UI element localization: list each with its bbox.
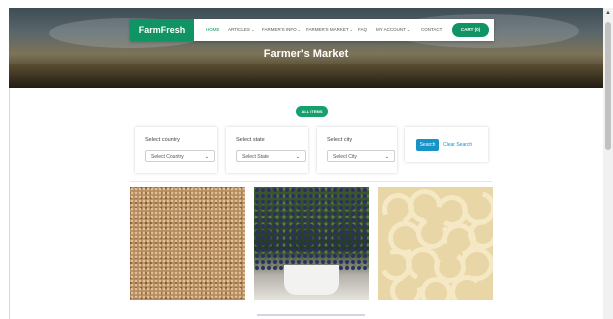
section-divider xyxy=(130,181,492,182)
country-filter-card: Select country Select Country ⌄ xyxy=(135,127,217,173)
chevron-down-icon: ⌄ xyxy=(406,27,411,32)
product-card-text-line xyxy=(257,314,365,316)
chevron-down-icon: ⌄ xyxy=(204,154,209,160)
brand-logo[interactable]: FarmFresh xyxy=(130,19,194,41)
nav-articles[interactable]: ARTICLES⌄ xyxy=(228,19,254,41)
plant-pot xyxy=(284,265,339,295)
scrollbar-thumb[interactable] xyxy=(605,22,611,150)
city-label: Select city xyxy=(327,137,353,143)
nav-farmers-market[interactable]: FARMER'S MARKET⌄ xyxy=(306,19,353,41)
clear-search-link[interactable]: Clear Search xyxy=(443,139,472,151)
nav-my-account[interactable]: MY ACCOUNT⌄ xyxy=(376,19,410,41)
chevron-down-icon: ⌄ xyxy=(295,154,300,160)
blueberry-plant-image[interactable] xyxy=(254,187,369,300)
berry-bush xyxy=(254,187,369,271)
city-filter-card: Select city Select City ⌄ xyxy=(317,127,397,173)
chevron-down-icon: ⌄ xyxy=(250,27,255,32)
city-select[interactable]: Select City ⌄ xyxy=(327,150,395,162)
hero-field xyxy=(9,64,603,88)
nav-faq[interactable]: FAQ xyxy=(358,19,367,41)
country-label: Select country xyxy=(145,137,180,143)
window-top-bar xyxy=(0,0,613,8)
state-label: Select state xyxy=(236,137,265,143)
grain-image[interactable] xyxy=(130,187,245,300)
nav-contact-label: CONTACT xyxy=(421,27,443,32)
scroll-up-arrow-icon[interactable]: ▲ xyxy=(604,9,612,17)
nav-faq-label: FAQ xyxy=(358,27,368,32)
chevron-down-icon: ⌄ xyxy=(297,27,301,32)
all-items-button[interactable]: ALL ITEMS xyxy=(296,106,328,117)
search-button[interactable]: Search xyxy=(416,139,439,151)
cashew-image[interactable] xyxy=(378,187,493,300)
nav-home-label: HOME xyxy=(206,27,220,32)
nav-farmers-market-label: FARMER'S MARKET xyxy=(306,27,349,32)
main-navbar: FarmFresh HOME ARTICLES⌄ FARMER'S INFO⌄ … xyxy=(130,19,494,41)
chevron-down-icon: ⌄ xyxy=(349,27,353,32)
state-filter-card: Select state Select State ⌄ xyxy=(226,127,308,173)
search-card: Search Clear Search xyxy=(405,127,488,162)
country-select-value: Select Country xyxy=(151,154,184,160)
nav-my-account-label: MY ACCOUNT xyxy=(376,27,406,32)
state-select-value: Select State xyxy=(242,154,269,160)
chevron-down-icon: ⌄ xyxy=(384,154,389,160)
nav-articles-label: ARTICLES xyxy=(228,27,250,32)
city-select-value: Select City xyxy=(333,154,357,160)
nav-contact[interactable]: CONTACT xyxy=(421,19,442,41)
page-title: Farmer's Market xyxy=(263,48,349,60)
nav-farmers-info[interactable]: FARMER'S INFO⌄ xyxy=(262,19,301,41)
nav-farmers-info-label: FARMER'S INFO xyxy=(262,27,297,32)
cart-button[interactable]: CART (0) xyxy=(452,23,489,37)
nav-home[interactable]: HOME xyxy=(206,19,220,41)
country-select[interactable]: Select Country ⌄ xyxy=(145,150,215,162)
state-select[interactable]: Select State ⌄ xyxy=(236,150,306,162)
